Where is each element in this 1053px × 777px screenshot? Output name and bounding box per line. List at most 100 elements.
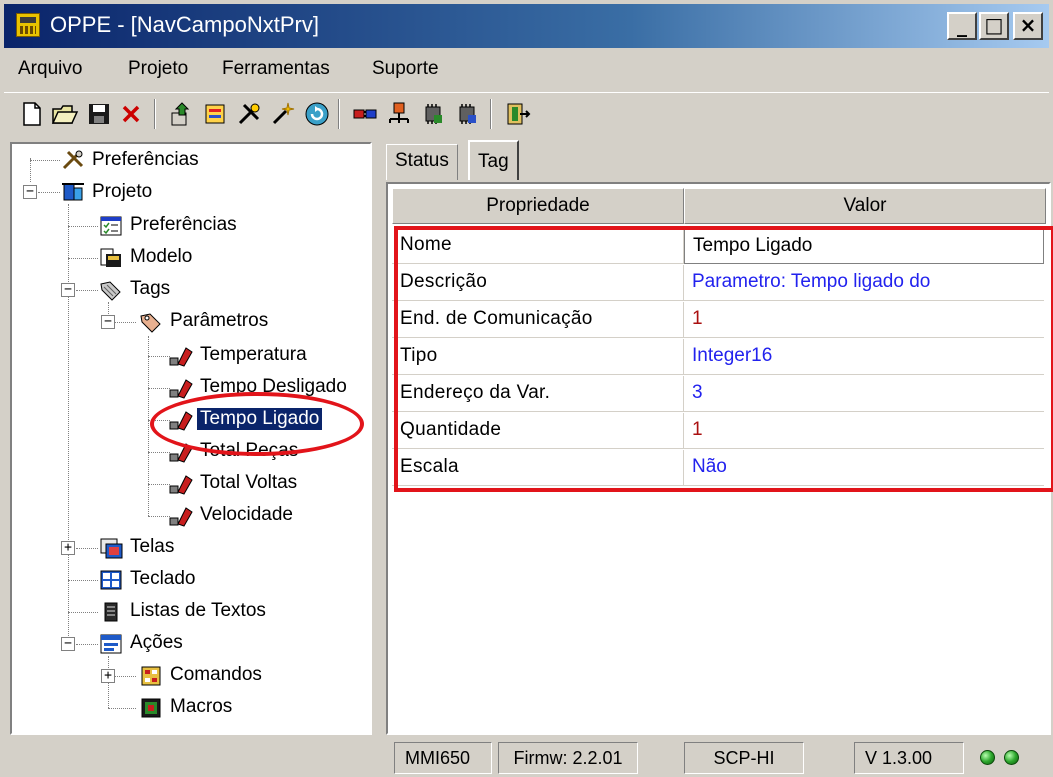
tree-connector bbox=[68, 580, 98, 581]
grid-row[interactable]: End. de Comunicação 1 bbox=[392, 302, 1044, 338]
text-list-icon bbox=[104, 602, 118, 622]
tree-node-total-pecas[interactable]: Total Peças bbox=[200, 440, 298, 462]
refresh-icon[interactable] bbox=[302, 99, 332, 129]
tree-node-macros[interactable]: Macros bbox=[170, 696, 232, 718]
parameters-icon bbox=[140, 313, 161, 333]
property-value[interactable]: Parametro: Tempo ligado do bbox=[684, 265, 1044, 301]
status-bar: MMI650 Firmw: 2.2.01 SCP-HI V 1.3.00 bbox=[4, 740, 1049, 777]
menu-suporte[interactable]: Suporte bbox=[372, 58, 439, 80]
grid-row[interactable]: Descrição Parametro: Tempo ligado do bbox=[392, 265, 1044, 301]
tree-node-listas-de-textos[interactable]: Listas de Textos bbox=[130, 600, 266, 622]
grid-row[interactable]: Quantidade 1 bbox=[392, 413, 1044, 449]
tree-node-tags[interactable]: Tags bbox=[130, 278, 170, 300]
exit-icon[interactable] bbox=[502, 99, 532, 129]
property-value[interactable]: Integer16 bbox=[684, 339, 1044, 375]
tree-expander-telas[interactable]: + bbox=[61, 541, 75, 555]
chip-settings-icon[interactable] bbox=[452, 99, 482, 129]
application-window: OPPE - [NavCampoNxtPrv] _ □ × Arquivo Pr… bbox=[0, 0, 1053, 777]
property-value-input[interactable]: Tempo Ligado bbox=[684, 228, 1044, 264]
tree-connector bbox=[30, 158, 31, 182]
tree-node-modelo[interactable]: Modelo bbox=[130, 246, 192, 268]
tree-node-preferencias-global[interactable]: Preferências bbox=[92, 149, 199, 171]
menu-bar: Arquivo Projeto Ferramentas Suporte bbox=[4, 52, 1049, 88]
tree-expander-projeto[interactable]: − bbox=[23, 185, 37, 199]
tree-node-telas[interactable]: Telas bbox=[130, 536, 174, 558]
tree-expander-parametros[interactable]: − bbox=[101, 315, 115, 329]
property-value[interactable]: 1 bbox=[684, 302, 1044, 338]
save-icon[interactable] bbox=[84, 99, 114, 129]
download-icon[interactable] bbox=[200, 99, 230, 129]
new-document-icon[interactable] bbox=[16, 99, 46, 129]
title-bar[interactable]: OPPE - [NavCampoNxtPrv] _ □ × bbox=[4, 4, 1049, 48]
toolbar-separator bbox=[154, 99, 156, 129]
macros-icon bbox=[141, 698, 161, 718]
properties-panel: Status Tag Propriedade Valor Nome Tempo L… bbox=[376, 140, 1051, 735]
minimize-button[interactable]: _ bbox=[947, 12, 977, 40]
upload-icon[interactable] bbox=[166, 99, 196, 129]
property-name: Quantidade bbox=[392, 413, 684, 449]
tree-node-total-voltas[interactable]: Total Voltas bbox=[200, 472, 297, 494]
connect-icon[interactable] bbox=[350, 99, 380, 129]
property-grid: Propriedade Valor Nome Tempo Ligado Descri… bbox=[386, 182, 1051, 735]
tag-item-icon bbox=[169, 379, 193, 399]
status-firmware: Firmw: 2.2.01 bbox=[498, 742, 638, 774]
tree-node-velocidade[interactable]: Velocidade bbox=[200, 504, 293, 526]
commands-icon bbox=[141, 666, 161, 686]
property-name: Nome bbox=[392, 228, 684, 264]
menu-projeto[interactable]: Projeto bbox=[128, 58, 188, 80]
grid-row[interactable]: Nome Tempo Ligado bbox=[392, 228, 1044, 264]
tree-node-tempo-ligado[interactable]: Tempo Ligado bbox=[197, 408, 323, 430]
tree-connector bbox=[148, 356, 170, 357]
close-button[interactable]: × bbox=[1013, 12, 1043, 40]
status-protocol: SCP-HI bbox=[684, 742, 804, 774]
tree-expander-acoes[interactable]: − bbox=[61, 637, 75, 651]
open-folder-icon[interactable] bbox=[50, 99, 80, 129]
tree-node-projeto[interactable]: Projeto bbox=[92, 181, 152, 203]
tree-connector bbox=[30, 160, 60, 161]
tree-connector bbox=[38, 192, 60, 193]
tree-connector bbox=[68, 226, 98, 227]
tree-connector bbox=[148, 452, 170, 453]
project-tree[interactable]: − − − + − + Preferências Projeto Preferê… bbox=[10, 142, 372, 735]
tab-status[interactable]: Status bbox=[386, 144, 458, 180]
tag-item-icon bbox=[169, 443, 193, 463]
maximize-button[interactable]: □ bbox=[979, 12, 1009, 40]
tree-node-comandos[interactable]: Comandos bbox=[170, 664, 262, 686]
tree-connector bbox=[148, 484, 170, 485]
toolbar-separator bbox=[338, 99, 340, 129]
tree-node-preferencias[interactable]: Preferências bbox=[130, 214, 237, 236]
chip-icon[interactable] bbox=[418, 99, 448, 129]
tree-node-temperatura[interactable]: Temperatura bbox=[200, 344, 307, 366]
grid-header-valor[interactable]: Valor bbox=[684, 188, 1046, 224]
property-value[interactable]: 3 bbox=[684, 376, 1044, 412]
tree-connector bbox=[68, 612, 98, 613]
tree-connector bbox=[148, 388, 170, 389]
delete-icon[interactable] bbox=[116, 99, 146, 129]
grid-row[interactable]: Escala Não bbox=[392, 450, 1044, 486]
tree-connector bbox=[76, 644, 98, 645]
grid-row[interactable]: Tipo Integer16 bbox=[392, 339, 1044, 375]
grid-header-propriedade[interactable]: Propriedade bbox=[392, 188, 684, 224]
menu-ferramentas[interactable]: Ferramentas bbox=[222, 58, 330, 80]
tree-node-acoes[interactable]: Ações bbox=[130, 632, 183, 654]
tree-node-tempo-desligado[interactable]: Tempo Desligado bbox=[200, 376, 347, 398]
window-title: OPPE - [NavCampoNxtPrv] bbox=[50, 12, 319, 37]
tag-item-icon bbox=[169, 411, 193, 431]
tree-node-teclado[interactable]: Teclado bbox=[130, 568, 196, 590]
wand-icon[interactable] bbox=[268, 99, 298, 129]
property-value[interactable]: Não bbox=[684, 450, 1044, 486]
tag-item-icon bbox=[169, 347, 193, 367]
property-value[interactable]: 1 bbox=[684, 413, 1044, 449]
tools-icon[interactable] bbox=[234, 99, 264, 129]
grid-row[interactable]: Endereço da Var. 3 bbox=[392, 376, 1044, 412]
tree-connector bbox=[114, 322, 136, 323]
network-icon[interactable] bbox=[384, 99, 414, 129]
menu-arquivo[interactable]: Arquivo bbox=[18, 58, 82, 80]
actions-icon bbox=[100, 634, 122, 654]
tree-connector bbox=[108, 708, 136, 709]
tab-tag[interactable]: Tag bbox=[468, 140, 519, 180]
tree-expander-comandos[interactable]: + bbox=[101, 669, 115, 683]
tree-connector bbox=[114, 676, 136, 677]
tree-node-parametros[interactable]: Parâmetros bbox=[170, 310, 268, 332]
tree-expander-tags[interactable]: − bbox=[61, 283, 75, 297]
